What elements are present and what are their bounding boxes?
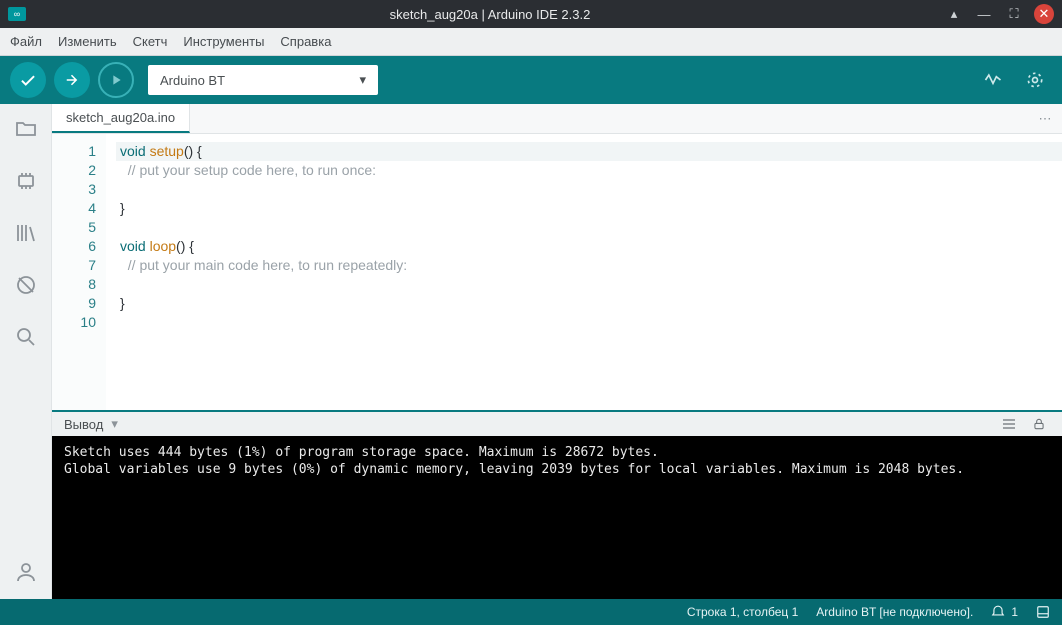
app-icon: ∞ — [8, 7, 26, 21]
menu-help[interactable]: Справка — [280, 34, 331, 49]
titlebar: ∞ sketch_aug20a | Arduino IDE 2.3.2 ▴ — … — [0, 0, 1062, 28]
menu-edit[interactable]: Изменить — [58, 34, 117, 49]
menubar: Файл Изменить Скетч Инструменты Справка — [0, 28, 1062, 56]
serial-plotter-icon[interactable] — [976, 63, 1010, 97]
search-icon[interactable] — [11, 322, 41, 352]
notif-count: 1 — [1011, 605, 1018, 619]
chevron-down-icon: ▾ — [359, 72, 366, 88]
output-body[interactable]: Sketch uses 444 bytes (1%) of program st… — [52, 436, 1062, 599]
output-label: Вывод — [64, 417, 103, 432]
editor-tabs: sketch_aug20a.ino ⋯ — [52, 104, 1062, 134]
main-area: sketch_aug20a.ino ⋯ 12345678910 void set… — [0, 104, 1062, 599]
close-icon[interactable]: ✕ — [1034, 4, 1054, 24]
folder-icon[interactable] — [11, 114, 41, 144]
activity-bar — [0, 104, 52, 599]
maximize-icon[interactable]: ⛶ — [1004, 4, 1024, 24]
tab-more-button[interactable]: ⋯ — [1028, 104, 1062, 133]
library-manager-icon[interactable] — [11, 218, 41, 248]
serial-monitor-icon[interactable] — [1018, 63, 1052, 97]
window-controls: ▴ — ⛶ ✕ — [944, 4, 1054, 24]
output-lock-icon[interactable] — [1028, 413, 1050, 435]
user-icon[interactable] — [11, 557, 41, 587]
window-title: sketch_aug20a | Arduino IDE 2.3.2 — [36, 7, 944, 22]
triangle-up-icon[interactable]: ▴ — [944, 4, 964, 24]
statusbar: Строка 1, столбец 1 Arduino BT [не подкл… — [0, 599, 1062, 625]
tab-label: sketch_aug20a.ino — [66, 110, 175, 125]
output-options-icon[interactable] — [998, 413, 1020, 435]
code-body[interactable]: void setup() { // put your setup code he… — [106, 134, 1062, 410]
status-notifications[interactable]: 1 — [991, 605, 1018, 619]
menu-tools[interactable]: Инструменты — [183, 34, 264, 49]
code-editor[interactable]: 12345678910 void setup() { // put your s… — [52, 134, 1062, 410]
toolbar: Arduino BT ▾ — [0, 56, 1062, 104]
chevron-down-icon[interactable]: ▾ — [111, 416, 118, 432]
status-close-panel-icon[interactable] — [1036, 605, 1050, 619]
minimize-icon[interactable]: — — [974, 4, 994, 24]
output-header: Вывод ▾ — [52, 410, 1062, 436]
tab-sketch[interactable]: sketch_aug20a.ino — [52, 104, 190, 133]
menu-sketch[interactable]: Скетч — [133, 34, 168, 49]
board-manager-icon[interactable] — [11, 166, 41, 196]
line-gutter: 12345678910 — [52, 134, 106, 410]
editor-area: sketch_aug20a.ino ⋯ 12345678910 void set… — [52, 104, 1062, 599]
verify-button[interactable] — [10, 62, 46, 98]
board-selector[interactable]: Arduino BT ▾ — [148, 65, 378, 95]
status-board[interactable]: Arduino BT [не подключено]. — [816, 605, 973, 619]
board-selector-label: Arduino BT — [160, 73, 225, 88]
upload-button[interactable] — [54, 62, 90, 98]
status-cursor: Строка 1, столбец 1 — [687, 605, 798, 619]
menu-file[interactable]: Файл — [10, 34, 42, 49]
debug-button[interactable] — [98, 62, 134, 98]
debug-sidebar-icon[interactable] — [11, 270, 41, 300]
